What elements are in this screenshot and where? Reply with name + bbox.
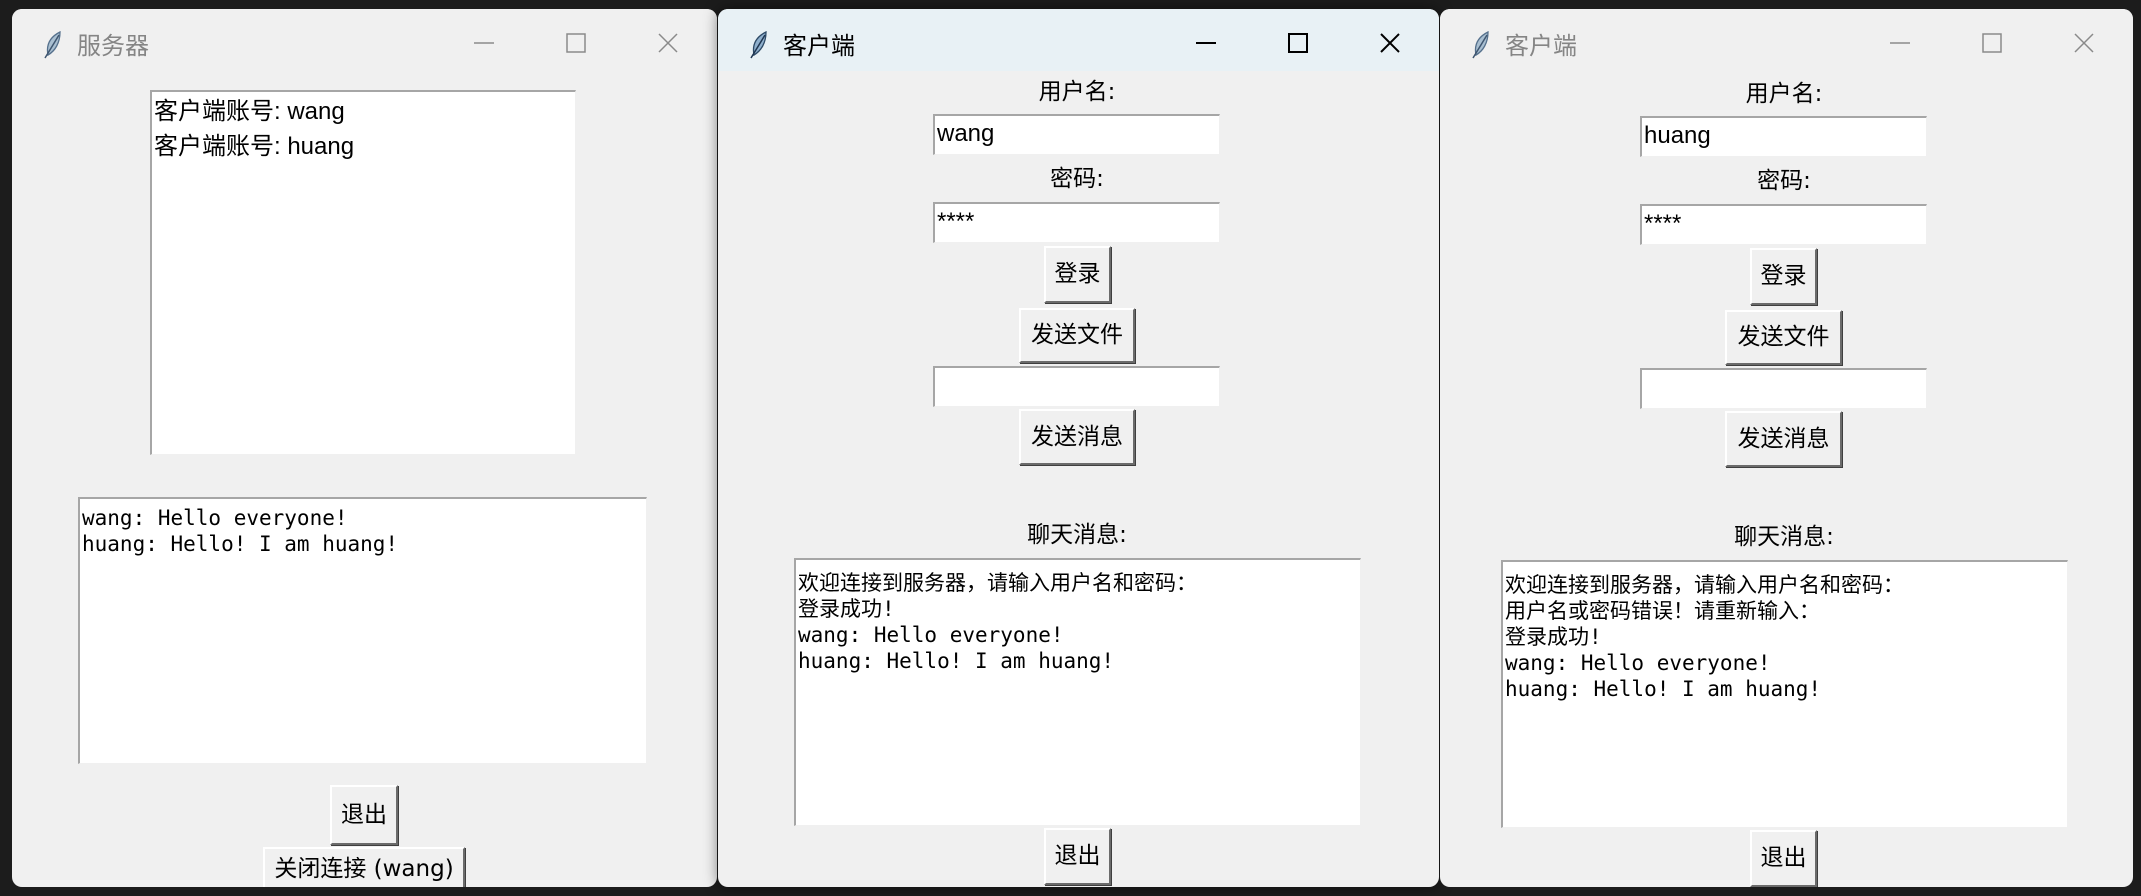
password-input[interactable]: **** <box>933 202 1220 243</box>
minimize-icon <box>474 42 494 44</box>
client-titlebar[interactable]: 客户端 <box>718 9 1439 71</box>
username-input[interactable]: wang <box>933 114 1220 155</box>
maximize-button[interactable] <box>1269 19 1329 69</box>
send-file-button[interactable]: 发送文件 <box>1019 308 1135 363</box>
server-titlebar[interactable]: 服务器 <box>12 9 717 71</box>
chat-messages-label: 聊天消息: <box>1027 522 1127 548</box>
minimize-button[interactable] <box>1177 19 1237 69</box>
server-messages-textbox[interactable]: wang: Hello everyone! huang: Hello! I am… <box>78 497 647 764</box>
close-icon <box>2074 33 2094 53</box>
chat-line: wang: Hello everyone! <box>1505 651 1771 675</box>
password-label: 密码: <box>1757 168 1811 194</box>
client-list-item[interactable]: 客户端账号: huang <box>152 129 575 164</box>
chat-textbox[interactable]: 欢迎连接到服务器，请输入用户名和密码： 登录成功! wang: Hello ev… <box>794 558 1361 826</box>
feather-icon <box>44 31 61 59</box>
send-file-button[interactable]: 发送文件 <box>1725 310 1842 365</box>
close-button[interactable] <box>2055 19 2115 69</box>
minimize-button[interactable] <box>455 19 515 69</box>
chat-textbox[interactable]: 欢迎连接到服务器，请输入用户名和密码： 用户名或密码错误！请重新输入： 登录成功… <box>1501 560 2068 828</box>
chat-line: 欢迎连接到服务器，请输入用户名和密码： <box>1505 573 1904 597</box>
maximize-icon <box>1288 33 1308 53</box>
close-icon <box>1380 33 1400 53</box>
password-label: 密码: <box>1050 166 1104 192</box>
close-button[interactable] <box>1361 19 1421 69</box>
login-button[interactable]: 登录 <box>1044 246 1111 303</box>
message-line: wang: Hello everyone! <box>82 506 348 530</box>
username-input[interactable]: huang <box>1640 116 1927 157</box>
clients-listbox[interactable]: 客户端账号: wang 客户端账号: huang <box>150 90 576 455</box>
exit-button[interactable]: 退出 <box>330 785 398 845</box>
maximize-button[interactable] <box>1963 19 2023 69</box>
window-title: 服务器 <box>77 32 149 60</box>
client-titlebar[interactable]: 客户端 <box>1440 9 2133 71</box>
client-window-huang: 客户端 用户名: huang 密码: **** 登录 发送文件 发送消息 聊天消… <box>1440 9 2133 887</box>
message-input[interactable] <box>933 366 1220 407</box>
close-icon <box>658 33 678 53</box>
close-button[interactable] <box>639 19 699 69</box>
window-title: 客户端 <box>1505 32 1577 60</box>
feather-icon <box>750 31 767 59</box>
send-message-button[interactable]: 发送消息 <box>1019 409 1135 465</box>
chat-messages-label: 聊天消息: <box>1734 524 1834 550</box>
message-input[interactable] <box>1640 368 1927 409</box>
username-label: 用户名: <box>1745 81 1823 107</box>
maximize-button[interactable] <box>547 19 607 69</box>
maximize-icon <box>1982 33 2002 53</box>
window-title: 客户端 <box>783 32 855 60</box>
maximize-icon <box>566 33 586 53</box>
feather-icon <box>1472 31 1489 59</box>
chat-line: 登录成功! <box>1505 625 1602 649</box>
client-list-item[interactable]: 客户端账号: wang <box>152 94 575 129</box>
minimize-button[interactable] <box>1871 19 1931 69</box>
message-line: huang: Hello! I am huang! <box>82 532 399 556</box>
username-label: 用户名: <box>1038 79 1116 105</box>
password-input[interactable]: **** <box>1640 204 1927 245</box>
minimize-icon <box>1196 42 1216 44</box>
login-button[interactable]: 登录 <box>1750 248 1817 305</box>
chat-line: wang: Hello everyone! <box>798 623 1064 647</box>
chat-line: 用户名或密码错误！请重新输入： <box>1505 599 1820 623</box>
exit-button[interactable]: 退出 <box>1750 830 1817 887</box>
exit-button[interactable]: 退出 <box>1044 828 1111 885</box>
chat-line: 欢迎连接到服务器，请输入用户名和密码： <box>798 571 1197 595</box>
chat-line: huang: Hello! I am huang! <box>798 649 1115 673</box>
server-window: 服务器 客户端账号: wang 客户端账号: huang wang: Hello… <box>12 9 717 887</box>
close-connection-button[interactable]: 关闭连接 (wang) <box>263 847 465 887</box>
chat-line: huang: Hello! I am huang! <box>1505 677 1822 701</box>
client-window-wang: 客户端 用户名: wang 密码: **** 登录 发送文件 发送消息 聊天消息… <box>718 9 1439 887</box>
send-message-button[interactable]: 发送消息 <box>1725 411 1842 467</box>
chat-line: 登录成功! <box>798 597 895 621</box>
minimize-icon <box>1890 42 1910 44</box>
